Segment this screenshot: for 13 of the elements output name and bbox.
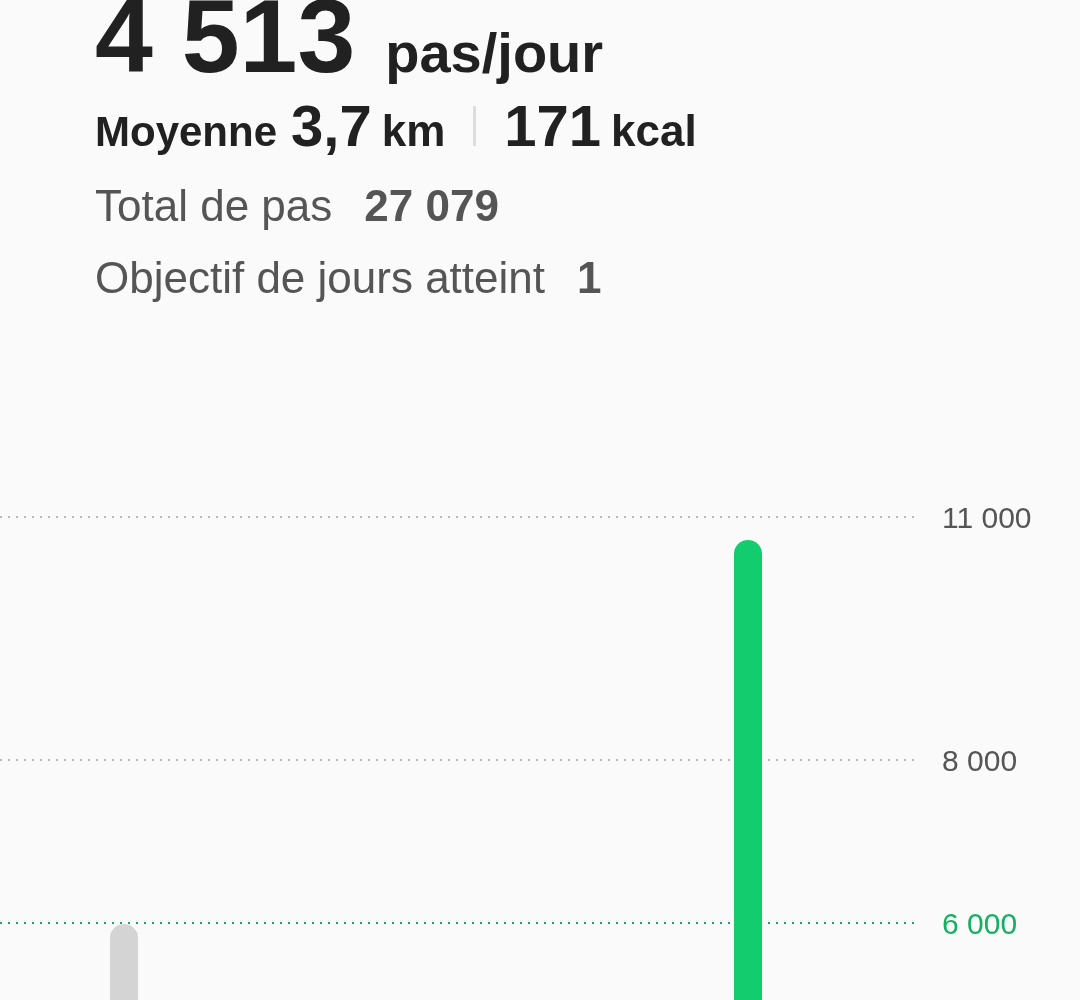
calories-unit: kcal: [611, 106, 697, 156]
calories-value: 171: [504, 92, 602, 159]
axis-tick-label: 11 000: [942, 501, 1032, 534]
distance-value: 3,7: [291, 92, 372, 159]
stat-value: 1: [577, 253, 602, 303]
stat-value: 27 079: [364, 181, 499, 231]
goal-label: 6 000: [942, 907, 1018, 940]
steps-unit: pas/jour: [385, 20, 604, 85]
average-label: Moyenne: [95, 108, 278, 156]
distance-unit: km: [381, 106, 446, 156]
stat-label: Total de pas: [95, 181, 333, 231]
stat-label: Objectif de jours atteint: [95, 253, 545, 303]
axis-tick-label: 8 000: [942, 744, 1018, 777]
